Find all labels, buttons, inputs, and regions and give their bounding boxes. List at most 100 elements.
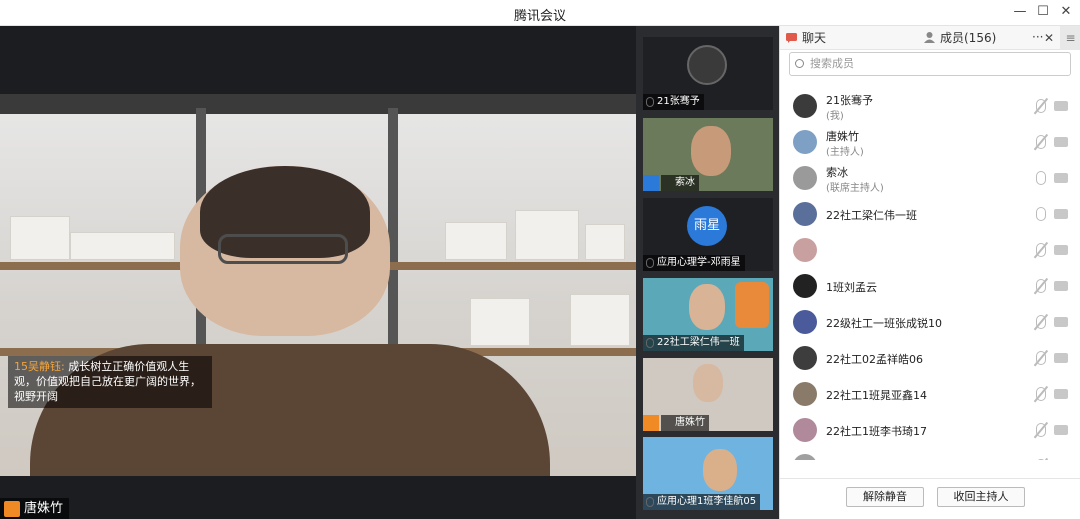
shelf-books — [515, 210, 579, 260]
close-panel-icon[interactable]: ✕ — [1044, 31, 1054, 45]
microphone-icon[interactable] — [1036, 171, 1046, 185]
video-thumbnail-strip: 21张骞予 索冰 雨星 应用心理学-邓雨星 22社工梁仁伟一班 唐姝竹 应用心理… — [636, 26, 779, 519]
search-members-input[interactable]: 搜索成员 — [789, 52, 1071, 76]
mic-muted-icon[interactable] — [1036, 387, 1046, 401]
thumbnail-tile[interactable]: 索冰 — [643, 118, 773, 191]
participant-face — [693, 364, 723, 402]
participant-face — [703, 449, 737, 491]
camera-icon[interactable] — [1054, 281, 1068, 291]
member-name: 22社工1班李书琦17 — [826, 425, 927, 438]
member-name: 21张骞予 — [826, 94, 873, 107]
microphone-icon[interactable] — [1036, 207, 1046, 221]
mic-muted-icon[interactable] — [1036, 279, 1046, 293]
member-avatar — [793, 274, 817, 298]
mic-muted-icon[interactable] — [1036, 135, 1046, 149]
thumbnail-tile[interactable]: 唐姝竹 — [643, 358, 773, 431]
camera-icon[interactable] — [1054, 137, 1068, 147]
camera-icon[interactable] — [1054, 101, 1068, 111]
panel-menu-icon[interactable]: ≡ — [1060, 26, 1080, 50]
member-row[interactable] — [780, 232, 1080, 268]
thumbnail-tile[interactable]: 雨星 应用心理学-邓雨星 — [643, 198, 773, 271]
member-row[interactable]: 22社工梁仁伟一班 — [780, 196, 1080, 232]
member-avatar — [793, 202, 817, 226]
member-row[interactable]: 索冰 (联席主持人) — [780, 160, 1080, 196]
member-name: 1班刘孟云 — [826, 281, 877, 294]
tab-chat-label: 聊天 — [802, 31, 827, 45]
camera-icon[interactable] — [1054, 353, 1068, 363]
background-decoration — [735, 282, 769, 328]
user-avatar-icon — [4, 501, 20, 517]
camera-icon[interactable] — [1054, 425, 1068, 435]
thumbnail-tile[interactable]: 应用心理1班李佳航05 — [643, 437, 773, 510]
close-window-icon[interactable]: ✕ — [1057, 3, 1075, 21]
mic-muted-icon[interactable] — [1036, 459, 1046, 460]
member-avatar — [793, 130, 817, 154]
mic-muted-icon[interactable] — [1036, 351, 1046, 365]
thumbnail-tile[interactable]: 21张骞予 — [643, 37, 773, 110]
camera-icon[interactable] — [1054, 173, 1068, 183]
participant-avatar: 雨星 — [687, 206, 727, 246]
member-avatar — [793, 238, 817, 262]
member-role: (联席主持人) — [826, 183, 884, 194]
member-role: (主持人) — [826, 147, 864, 158]
shelf-books — [470, 298, 530, 346]
unmute-all-button[interactable]: 解除静音 — [846, 487, 924, 507]
member-avatar — [793, 310, 817, 334]
mic-muted-icon[interactable] — [1036, 315, 1046, 329]
member-avatar — [793, 382, 817, 406]
mic-muted-icon[interactable] — [1036, 243, 1046, 257]
speaker-glasses — [218, 234, 348, 264]
shelf-books — [585, 224, 625, 260]
tab-chat[interactable]: 聊天 — [780, 26, 918, 50]
main-speaker-video[interactable]: 15吴静钰: 成长树立正确价值观人生观，价值观把自己放在更广阔的世界，视野开阔 … — [0, 26, 636, 519]
shelf-books — [570, 294, 630, 346]
speaker-nameplate: 唐姝竹 — [0, 498, 70, 519]
sidebar-footer: 解除静音 收回主持人 — [780, 478, 1080, 519]
camera-icon[interactable] — [1054, 209, 1068, 219]
chat-sender: 15吴静钰: — [14, 360, 65, 373]
sidebar-tabs: 聊天 成员(156) ··· ✕ ≡ — [780, 26, 1080, 50]
thumbnail-name: 索冰 — [661, 175, 699, 191]
maximize-icon[interactable]: ☐ — [1034, 3, 1052, 21]
participant-face — [689, 284, 725, 330]
member-row[interactable]: 1班刘孟云 — [780, 268, 1080, 304]
member-row[interactable]: 21张骞予 (我) — [780, 88, 1080, 124]
chat-bubble-overlay: 15吴静钰: 成长树立正确价值观人生观，价值观把自己放在更广阔的世界，视野开阔 — [8, 356, 212, 408]
tab-members[interactable]: 成员(156) — [918, 26, 1028, 50]
more-options-icon[interactable]: ··· — [1032, 30, 1043, 44]
chat-icon — [786, 33, 797, 43]
thumbnail-name: 应用心理1班李佳航05 — [643, 494, 761, 510]
speaker-name: 唐姝竹 — [24, 501, 64, 516]
member-row[interactable]: 唐姝竹 (主持人) — [780, 124, 1080, 160]
member-avatar — [793, 346, 817, 370]
camera-icon[interactable] — [1054, 245, 1068, 255]
thumbnail-tile[interactable]: 22社工梁仁伟一班 — [643, 278, 773, 351]
mic-muted-icon[interactable] — [1036, 423, 1046, 437]
thumbnail-name: 22社工梁仁伟一班 — [643, 335, 744, 351]
member-name: 22社工梁仁伟一班 — [826, 209, 917, 222]
tab-members-label: 成员(156) — [940, 31, 997, 45]
ceiling-beam — [0, 94, 636, 114]
thumbnail-name: 21张骞予 — [643, 94, 704, 110]
search-icon — [795, 59, 804, 68]
member-row[interactable]: 22社工1班晁亚鑫14 — [780, 376, 1080, 412]
camera-icon[interactable] — [1054, 317, 1068, 327]
member-name: 22级社工一班张成锐10 — [826, 317, 942, 330]
member-row[interactable]: 22社工02孟祥皓06 — [780, 340, 1080, 376]
mic-muted-icon[interactable] — [1036, 99, 1046, 113]
members-icon — [924, 32, 935, 43]
thumbnail-name: 唐姝竹 — [661, 415, 709, 431]
minimize-icon[interactable]: — — [1011, 3, 1029, 21]
member-row[interactable]: 22社工1班李书琦17 — [780, 412, 1080, 448]
shelf-box — [10, 216, 70, 260]
member-row[interactable]: 22社工1班颜欣湜18 — [780, 448, 1080, 460]
reclaim-host-button[interactable]: 收回主持人 — [937, 487, 1025, 507]
camera-icon[interactable] — [1054, 389, 1068, 399]
user-avatar-icon — [643, 175, 659, 191]
member-list: 21张骞予 (我) 唐姝竹 (主持人) 索冰 (联席主持人) 22社工梁仁伟一班 1班刘孟云 2… — [780, 88, 1080, 460]
member-row[interactable]: 22级社工一班张成锐10 — [780, 304, 1080, 340]
member-avatar — [793, 94, 817, 118]
member-role: (我) — [826, 111, 844, 122]
shelf-books — [70, 232, 175, 260]
window-title: 腾讯会议 — [513, 9, 566, 24]
